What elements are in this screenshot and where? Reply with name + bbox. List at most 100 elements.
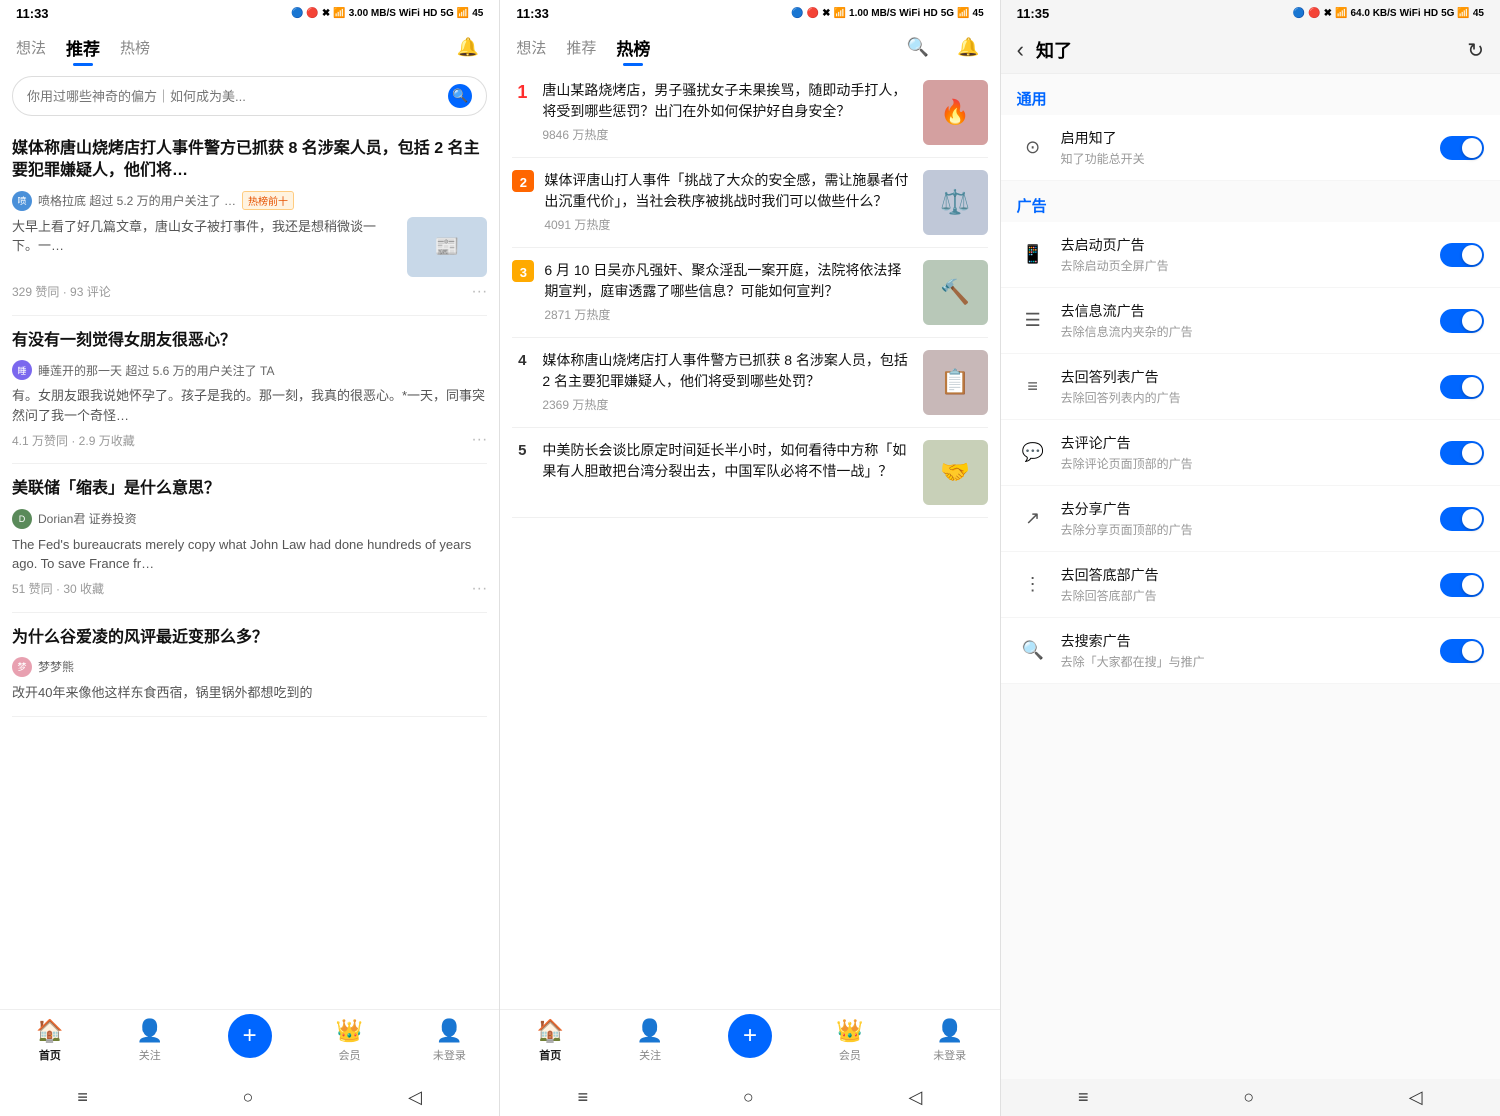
feed-avatar-1: 喷 — [12, 191, 32, 211]
tab-ideas-1[interactable]: 想法 — [16, 33, 46, 62]
feed-item-3[interactable]: 美联储「缩表」是什么意思？ D Dorian君 证券投资 The Fed's b… — [12, 464, 487, 612]
settings-item-text-answer-bottom: 去回答底部广告 去除回答底部广告 — [1061, 565, 1428, 604]
tab-hot-2[interactable]: 热榜 — [616, 31, 650, 64]
sys-back-3[interactable]: ◁ — [1409, 1087, 1423, 1108]
feed-text-2: 有。女朋友跟我说她怀孕了。孩子是我的。那一刻，我真的很恶心。*一天，同事突然问了… — [12, 386, 487, 425]
hot-item-4[interactable]: 4 媒体称唐山烧烤店打人事件警方已抓获 8 名涉案人员，包括 2 名主要犯罪嫌疑… — [512, 338, 987, 428]
bottom-nav-profile-2[interactable]: 👤 未登录 — [900, 1018, 1000, 1063]
hot-rank-1: 1 — [512, 80, 532, 103]
settings-item-feed-ad[interactable]: ☰ 去信息流广告 去除信息流内夹杂的广告 — [1001, 288, 1500, 354]
hot-title-1: 唐山某路烧烤店，男子骚扰女子未果挨骂，随即动手打人，将受到哪些惩罚？出门在外如何… — [542, 80, 912, 122]
sys-menu-1[interactable]: ≡ — [77, 1087, 88, 1108]
toggle-answer-list-ad[interactable] — [1440, 375, 1484, 399]
bottom-nav-add-2[interactable]: + — [700, 1018, 800, 1063]
feed-more-1[interactable]: ··· — [471, 283, 487, 301]
feed-item-2[interactable]: 有没有一刻觉得女朋友很恶心？ 睡 睡莲开的那一天 超过 5.6 万的用户关注了 … — [12, 316, 487, 464]
toggle-feed-ad[interactable] — [1440, 309, 1484, 333]
toggle-answer-bottom-ad[interactable] — [1440, 573, 1484, 597]
search-icon-1[interactable]: 🔍 — [448, 84, 472, 108]
follow-icon-1: 👤 — [136, 1018, 163, 1044]
hot-rank-4: 4 — [512, 350, 532, 369]
bottom-nav-home-2[interactable]: 🏠 首页 — [500, 1018, 600, 1063]
bottom-nav-profile-1[interactable]: 👤 未登录 — [399, 1018, 499, 1063]
bottom-nav-home-1[interactable]: 🏠 首页 — [0, 1018, 100, 1063]
sys-back-2[interactable]: ◁ — [908, 1087, 922, 1108]
hot-thumb-2: ⚖️ — [923, 170, 988, 235]
sys-back-1[interactable]: ◁ — [408, 1087, 422, 1108]
bottom-nav-follow-2[interactable]: 👤 关注 — [600, 1018, 700, 1063]
status-icons-3: 🔵 🔴 ✖ 📶 64.0 KB/S WiFi HD 5G 📶 45 — [1293, 8, 1484, 19]
bell-icon-2[interactable]: 🔔 — [953, 33, 983, 62]
search-input-1[interactable] — [27, 89, 440, 104]
settings-item-text-search: 去搜索广告 去除「大家都在搜」与推广 — [1061, 631, 1428, 670]
toggle-enable[interactable] — [1440, 136, 1484, 160]
hot-title-5: 中美防长会谈比原定时间延长半小时，如何看待中方称「如果有人胆敢把台湾分裂出去，中… — [542, 440, 912, 482]
feed-author-1: 喷格拉底 超过 5.2 万的用户关注了 … — [38, 192, 236, 209]
feed-more-3[interactable]: ··· — [471, 580, 487, 598]
settings-item-search-ad[interactable]: 🔍 去搜索广告 去除「大家都在搜」与推广 — [1001, 618, 1500, 684]
feed-item-1[interactable]: 媒体称唐山烧烤店打人事件警方已抓获 8 名涉案人员，包括 2 名主要犯罪嫌疑人，… — [12, 124, 487, 316]
bottom-nav-add-1[interactable]: + — [200, 1018, 300, 1063]
hot-title-4: 媒体称唐山烧烤店打人事件警方已抓获 8 名涉案人员，包括 2 名主要犯罪嫌疑人，… — [542, 350, 912, 392]
hot-rank-5: 5 — [512, 440, 532, 459]
sys-home-1[interactable]: ○ — [243, 1087, 254, 1108]
settings-item-enable[interactable]: ⊙ 启用知了 知了功能总开关 — [1001, 115, 1500, 181]
panel-recommend: 11:33 🔵 🔴 ✖ 📶 3.00 MB/S WiFi HD 5G 📶 45 … — [0, 0, 500, 1116]
hot-content-2: 媒体评唐山打人事件「挑战了大众的安全感，需让施暴者付出沉重代价」，当社会秩序被挑… — [544, 170, 912, 233]
feed-title-2: 有没有一刻觉得女朋友很恶心？ — [12, 330, 487, 352]
refresh-button[interactable]: ↻ — [1467, 38, 1484, 63]
settings-item-text-comment: 去评论广告 去除评论页面顶部的广告 — [1061, 433, 1428, 472]
hot-item-1[interactable]: 1 唐山某路烧烤店，男子骚扰女子未果挨骂，随即动手打人，将受到哪些惩罚？出门在外… — [512, 68, 987, 158]
feed-avatar-4: 梦 — [12, 657, 32, 677]
feed-author-2: 睡莲开的那一天 超过 5.6 万的用户关注了 TA — [38, 362, 274, 379]
add-button-1[interactable]: + — [228, 1014, 272, 1058]
sys-home-2[interactable]: ○ — [743, 1087, 754, 1108]
hot-thumb-4: 📋 — [923, 350, 988, 415]
follow-icon-2: 👤 — [636, 1018, 663, 1044]
toggle-comment-ad[interactable] — [1440, 441, 1484, 465]
feed-stats-2: 4.1 万赞同 · 2.9 万收藏 ··· — [12, 431, 487, 449]
add-button-2[interactable]: + — [728, 1014, 772, 1058]
sys-menu-2[interactable]: ≡ — [578, 1087, 589, 1108]
hot-item-2[interactable]: 2 媒体评唐山打人事件「挑战了大众的安全感，需让施暴者付出沉重代价」，当社会秩序… — [512, 158, 987, 248]
settings-item-answer-bottom-ad[interactable]: ⋮ 去回答底部广告 去除回答底部广告 — [1001, 552, 1500, 618]
hot-title-3: 6 月 10 日吴亦凡强奸、聚众淫乱一案开庭，法院将依法择期宣判，庭审透露了哪些… — [544, 260, 912, 302]
search-bar-1[interactable]: 🔍 — [12, 76, 487, 116]
back-button[interactable]: ‹ — [1017, 37, 1024, 63]
settings-item-splash-ad[interactable]: 📱 去启动页广告 去除启动页全屏广告 — [1001, 222, 1500, 288]
settings-item-share-ad[interactable]: ↗ 去分享广告 去除分享页面顶部的广告 — [1001, 486, 1500, 552]
hot-thumb-1: 🔥 — [923, 80, 988, 145]
bottom-nav-member-1[interactable]: 👑 会员 — [300, 1018, 400, 1063]
settings-item-answer-list-ad[interactable]: ≡ 去回答列表广告 去除回答列表内的广告 — [1001, 354, 1500, 420]
feed-meta-2: 睡 睡莲开的那一天 超过 5.6 万的用户关注了 TA — [12, 360, 487, 380]
sys-nav-2: ≡ ○ ◁ — [500, 1079, 999, 1116]
tab-recommend-1[interactable]: 推荐 — [66, 31, 100, 64]
hot-list-container: 1 唐山某路烧烤店，男子骚扰女子未果挨骂，随即动手打人，将受到哪些惩罚？出门在外… — [500, 68, 999, 1009]
bell-icon-1[interactable]: 🔔 — [453, 33, 483, 62]
feed-more-2[interactable]: ··· — [471, 431, 487, 449]
share-ad-icon: ↗ — [1017, 503, 1049, 535]
settings-header: ‹ 知了 ↻ — [1001, 27, 1500, 74]
toggle-search-ad[interactable] — [1440, 639, 1484, 663]
settings-item-comment-ad[interactable]: 💬 去评论广告 去除评论页面顶部的广告 — [1001, 420, 1500, 486]
search-ad-icon: 🔍 — [1017, 635, 1049, 667]
feed-item-4[interactable]: 为什么谷爱凌的风评最近变那么多？ 梦 梦梦熊 改开40年来像他这样东食西宿，锅里… — [12, 613, 487, 718]
feed-author-4: 梦梦熊 — [38, 658, 74, 675]
hot-heat-4: 2369 万热度 — [542, 396, 912, 413]
hot-item-3[interactable]: 3 6 月 10 日吴亦凡强奸、聚众淫乱一案开庭，法院将依法择期宣判，庭审透露了… — [512, 248, 987, 338]
tab-recommend-2[interactable]: 推荐 — [566, 33, 596, 62]
settings-item-text-answer-list: 去回答列表广告 去除回答列表内的广告 — [1061, 367, 1428, 406]
status-icons-1: 🔵 🔴 ✖ 📶 3.00 MB/S WiFi HD 5G 📶 45 — [291, 8, 483, 19]
search-icon-2[interactable]: 🔍 — [903, 33, 933, 62]
sys-home-3[interactable]: ○ — [1243, 1087, 1254, 1108]
hot-item-5[interactable]: 5 中美防长会谈比原定时间延长半小时，如何看待中方称「如果有人胆敢把台湾分裂出去… — [512, 428, 987, 518]
feed-avatar-2: 睡 — [12, 360, 32, 380]
bottom-nav-follow-1[interactable]: 👤 关注 — [100, 1018, 200, 1063]
tab-ideas-2[interactable]: 想法 — [516, 33, 546, 62]
settings-item-text-splash: 去启动页广告 去除启动页全屏广告 — [1061, 235, 1428, 274]
toggle-splash-ad[interactable] — [1440, 243, 1484, 267]
bottom-nav-member-2[interactable]: 👑 会员 — [800, 1018, 900, 1063]
sys-menu-3[interactable]: ≡ — [1078, 1087, 1089, 1108]
toggle-share-ad[interactable] — [1440, 507, 1484, 531]
tab-hot-1[interactable]: 热榜 — [120, 33, 150, 62]
